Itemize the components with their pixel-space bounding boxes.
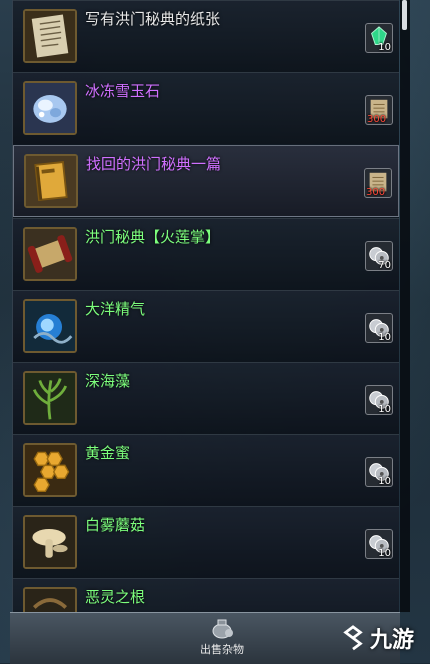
list-item[interactable]: 恶灵之根 xyxy=(13,578,399,612)
price-value: 10 xyxy=(378,548,391,559)
mushroom-icon xyxy=(23,515,77,569)
logo-text: 九游 xyxy=(370,628,415,653)
sell-junk-label: 出售杂物 xyxy=(200,643,244,656)
item-name: 恶灵之根 xyxy=(85,588,146,606)
list-item[interactable]: 洪门秘典【火莲掌】 70 xyxy=(13,218,399,290)
jiuyou-logo-icon xyxy=(343,625,363,651)
fire-lotus-scroll-icon xyxy=(23,227,77,281)
price-value: 10 xyxy=(378,404,391,415)
list-item[interactable]: 白雾蘑菇 10 xyxy=(13,506,399,578)
secret-book-icon xyxy=(24,154,78,208)
list-item[interactable]: 大洋精气 10 xyxy=(13,290,399,362)
price-value: 300 xyxy=(366,187,386,198)
money-bag-icon xyxy=(212,619,233,639)
list-item-selected[interactable]: 找回的洪门秘典一篇 300 xyxy=(13,145,399,217)
price-tag: 10 xyxy=(365,23,393,53)
item-name: 白雾蘑菇 xyxy=(85,516,146,534)
watermark-logo: 九游 xyxy=(340,618,430,658)
evil-root-icon xyxy=(23,587,77,612)
price-value: 70 xyxy=(378,260,391,271)
list-item[interactable]: 冰冻雪玉石 300 xyxy=(13,72,399,144)
item-name: 写有洪门秘典的纸张 xyxy=(85,10,221,28)
item-name: 大洋精气 xyxy=(85,300,146,318)
item-name: 找回的洪门秘典一篇 xyxy=(86,155,222,173)
price-tag: 300 xyxy=(365,95,393,125)
price-tag: 70 xyxy=(365,241,393,271)
price-value: 10 xyxy=(378,476,391,487)
ocean-essence-icon xyxy=(23,299,77,353)
honeycomb-icon xyxy=(23,443,77,497)
price-tag: 300 xyxy=(364,168,392,198)
item-name: 深海藻 xyxy=(85,372,131,390)
price-tag: 10 xyxy=(365,529,393,559)
price-value: 10 xyxy=(378,332,391,343)
paper-scroll-icon xyxy=(23,9,77,63)
list-item[interactable]: 黄金蜜 10 xyxy=(13,434,399,506)
price-tag: 10 xyxy=(365,313,393,343)
list-item[interactable]: 写有洪门秘典的纸张 10 xyxy=(13,0,399,72)
item-list-panel: 写有洪门秘典的纸张 10 冰冻雪玉石 300 找回的洪门秘典一篇 300 洪门秘… xyxy=(12,0,399,612)
item-name: 黄金蜜 xyxy=(85,444,131,462)
price-tag: 10 xyxy=(365,385,393,415)
list-item[interactable]: 深海藻 10 xyxy=(13,362,399,434)
sell-junk-button[interactable]: 出售杂物 xyxy=(190,617,254,661)
price-value: 10 xyxy=(378,42,391,53)
scrollbar-thumb[interactable] xyxy=(402,0,407,30)
seaweed-icon xyxy=(23,371,77,425)
item-name: 冰冻雪玉石 xyxy=(85,82,161,100)
item-name: 洪门秘典【火莲掌】 xyxy=(85,228,221,246)
scrollbar[interactable] xyxy=(400,0,410,612)
price-tag: 10 xyxy=(365,457,393,487)
frozen-jade-stone-icon xyxy=(23,81,77,135)
price-value: 300 xyxy=(367,114,387,125)
